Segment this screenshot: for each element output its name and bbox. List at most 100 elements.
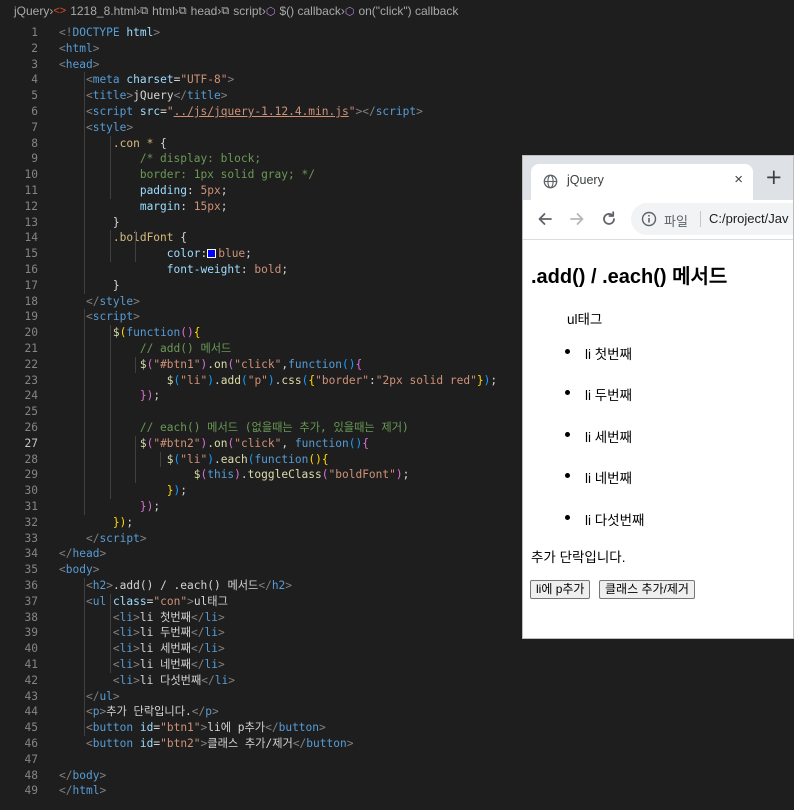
code-token: li xyxy=(119,610,134,624)
code-token: ul xyxy=(99,689,113,703)
code-line[interactable]: 44 <p>추가 단락입니다.</p> xyxy=(0,704,794,720)
code-line[interactable]: 5 <title>jQuery</title> xyxy=(0,88,794,104)
code-token: { xyxy=(180,231,187,245)
code-token: < xyxy=(85,310,93,324)
code-token: > xyxy=(153,26,161,39)
code-line[interactable]: 40 <li>li 세번째</li> xyxy=(0,641,794,657)
code-token: li 첫번째 xyxy=(139,610,191,624)
code-token: // add() 메서드 xyxy=(139,342,232,355)
code-token: function xyxy=(294,436,349,450)
breadcrumb-file[interactable]: <> 1218_8.html xyxy=(53,4,136,18)
breadcrumb-script[interactable]: ⧉ script xyxy=(221,4,262,18)
line-number: 36 xyxy=(24,579,38,592)
address-bar[interactable]: 파일 C:/project/Jav xyxy=(631,203,793,235)
code-token: </ xyxy=(59,768,73,782)
line-number: 21 xyxy=(24,342,38,355)
code-token: </ xyxy=(201,673,215,687)
indent-guide xyxy=(135,356,136,373)
code-token: $ xyxy=(139,436,147,450)
code-text: $("#btn1").on("click",function(){ xyxy=(59,357,362,373)
line-number: 6 xyxy=(31,105,38,118)
code-token: ; xyxy=(153,389,161,403)
code-token: > xyxy=(133,310,140,324)
line-number: 20 xyxy=(24,326,38,340)
breadcrumb-click-callback-label: on("click") callback xyxy=(358,4,459,18)
add-p-button[interactable]: li에 p추가 xyxy=(530,580,591,599)
indent-guide xyxy=(135,435,136,484)
line-number: 2 xyxy=(31,41,38,55)
code-token: src xyxy=(139,105,161,118)
code-token: ul xyxy=(92,594,107,608)
code-line[interactable]: 3 <head> xyxy=(0,57,794,73)
tab-title: jQuery xyxy=(567,173,604,187)
indent-guide xyxy=(84,578,85,736)
code-line[interactable]: 45 <button id="btn1">li에 p추가</button> xyxy=(0,720,794,736)
code-line[interactable]: 43 </ul> xyxy=(0,689,794,705)
indent-guide xyxy=(84,72,85,294)
code-token: > xyxy=(92,563,100,577)
breadcrumb-folder[interactable]: jQuery xyxy=(14,4,49,18)
code-text: $("li").each(function(){ xyxy=(59,452,329,468)
address-url[interactable]: C:/project/Jav xyxy=(709,211,788,226)
breadcrumb-file-label: 1218_8.html xyxy=(70,4,137,18)
code-line[interactable]: 8 .con * { xyxy=(0,136,794,152)
code-token: () xyxy=(180,326,194,340)
line-number: 4 xyxy=(31,73,38,87)
code-line[interactable]: 1 <!DOCTYPE html> xyxy=(0,25,794,41)
code-token: ; xyxy=(402,468,410,482)
line-number: 22 xyxy=(24,357,38,371)
code-token: css xyxy=(281,373,302,387)
code-token: < xyxy=(85,73,93,87)
back-arrow-icon[interactable] xyxy=(535,209,555,229)
info-icon[interactable] xyxy=(641,211,657,230)
code-line[interactable]: 4 <meta charset="UTF-8"> xyxy=(0,72,794,88)
breadcrumb-click-callback[interactable]: ⬡ on("click") callback xyxy=(345,4,459,18)
code-line[interactable]: 41 <li>li 네번째</li> xyxy=(0,657,794,673)
code-token: li xyxy=(119,658,134,671)
code-token: < xyxy=(85,705,93,719)
toggle-class-button[interactable]: 클래스 추가/제거 xyxy=(599,580,695,599)
code-token: { xyxy=(355,357,363,371)
code-line[interactable]: 48 </body> xyxy=(0,768,794,784)
code-token: "p" xyxy=(247,373,268,387)
code-token: li xyxy=(119,626,134,640)
breadcrumb-html[interactable]: ⧉ html xyxy=(140,4,175,18)
code-token: </ xyxy=(59,784,73,798)
breadcrumb-html-label: html xyxy=(152,4,175,18)
code-token: > xyxy=(133,642,140,656)
code-line[interactable]: 47 xyxy=(0,752,794,768)
code-line[interactable]: 42 <li>li 다섯번째</li> xyxy=(0,673,794,689)
code-token: : xyxy=(180,199,194,213)
code-token: on xyxy=(213,357,228,371)
code-token: { xyxy=(160,136,167,150)
close-tab-icon[interactable]: × xyxy=(734,171,743,188)
code-token: html xyxy=(126,26,154,39)
code-line[interactable]: 2 <html> xyxy=(0,41,794,57)
new-tab-button[interactable]: + xyxy=(765,167,783,188)
breadcrumb: jQuery › <> 1218_8.html › ⧉ html › ⧉ hea… xyxy=(0,0,794,22)
forward-arrow-icon[interactable] xyxy=(567,209,587,229)
code-token: { xyxy=(321,452,329,466)
code-line[interactable]: 46 <button id="btn2">클래스 추가/제거</button> xyxy=(0,736,794,752)
breadcrumb-head[interactable]: ⧉ head xyxy=(179,4,218,18)
color-swatch-icon[interactable] xyxy=(207,249,217,259)
browser-tab[interactable]: jQuery × xyxy=(531,164,753,200)
code-token: > xyxy=(133,610,140,624)
breadcrumb-callback[interactable]: ⬡ $() callback xyxy=(266,4,341,18)
code-line[interactable]: 6 <script src="../js/jquery-1.12.4.min.j… xyxy=(0,104,794,120)
reload-icon[interactable] xyxy=(599,209,619,229)
code-token: bold xyxy=(254,263,282,276)
code-text: <head> xyxy=(59,57,99,73)
code-line[interactable]: 7 <style> xyxy=(0,120,794,136)
code-token: }) xyxy=(139,389,154,403)
tag-symbol-icon: ⧉ xyxy=(140,4,149,17)
code-token: 추가 단락입니다. xyxy=(106,705,192,719)
code-token: { xyxy=(362,436,369,450)
code-line[interactable]: 49 </html> xyxy=(0,783,794,799)
